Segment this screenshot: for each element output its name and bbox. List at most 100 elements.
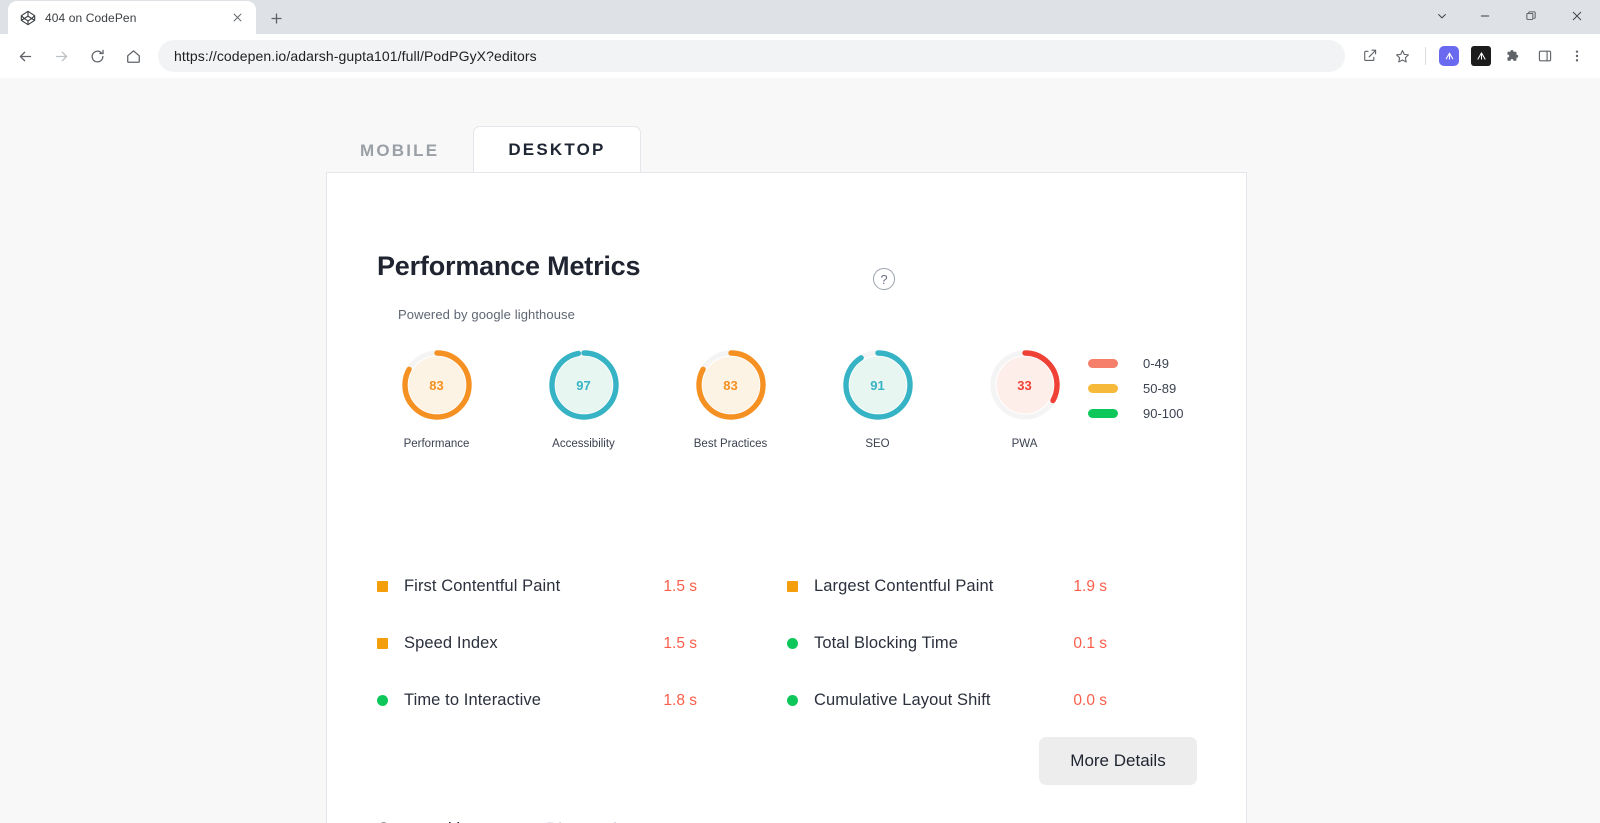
metric-value: 1.5 s xyxy=(663,634,697,652)
score-gauges: 83 Performance 97 Accessibility 83 Best Pract… xyxy=(363,347,1098,450)
metric-row: First Contentful Paint 1.5 s xyxy=(377,558,787,615)
gauge-best-practices: 83 Best Practices xyxy=(657,347,804,450)
browser-titlebar: 404 on CodePen xyxy=(0,0,1600,34)
close-icon[interactable] xyxy=(228,9,246,27)
gauge-ring: 33 xyxy=(987,347,1063,423)
metric-label: First Contentful Paint xyxy=(404,577,561,595)
share-icon[interactable] xyxy=(1355,41,1385,71)
result-tabs: Opportunities Diagnostics xyxy=(377,819,763,823)
gauge-label: Best Practices xyxy=(693,438,768,450)
close-icon[interactable] xyxy=(1554,0,1600,32)
metric-status-indicator xyxy=(377,695,388,706)
metric-row: Speed Index 1.5 s xyxy=(377,615,787,672)
gauge-accessibility: 97 Accessibility xyxy=(510,347,657,450)
browser-window: 404 on CodePen https://codepen.io/adarsh… xyxy=(0,0,1600,823)
gauge-value: 83 xyxy=(429,377,444,393)
browser-tab[interactable]: 404 on CodePen xyxy=(8,1,256,34)
metric-label: Total Blocking Time xyxy=(814,634,959,652)
gauge-value: 83 xyxy=(723,377,738,393)
window-controls xyxy=(1422,0,1600,32)
gauge-performance: 83 Performance xyxy=(363,347,510,450)
metric-label: Cumulative Layout Shift xyxy=(814,691,991,709)
metric-status-indicator xyxy=(787,581,798,592)
legend-label: 0-49 xyxy=(1143,356,1170,371)
metrics-grid: First Contentful Paint 1.5 s Largest Conte… xyxy=(327,558,1248,729)
gauge-pwa: 33 PWA xyxy=(951,347,1098,450)
gauge-value: 91 xyxy=(870,377,885,393)
page-title: Performance Metrics xyxy=(377,251,641,281)
legend-label: 50-89 xyxy=(1143,381,1177,396)
tab-opportunities-label: Opportunities xyxy=(377,819,478,823)
gauge-ring: 97 xyxy=(546,347,622,423)
score-legend: 0-49 50-89 90-100 xyxy=(1088,351,1183,426)
legend-item: 90-100 xyxy=(1088,401,1183,426)
legend-label: 90-100 xyxy=(1143,406,1184,421)
restore-icon[interactable] xyxy=(1508,0,1554,32)
metric-row: Total Blocking Time 0.1 s xyxy=(787,615,1197,672)
gauge-label: PWA xyxy=(1011,438,1038,450)
legend-swatch xyxy=(1088,359,1118,368)
chevron-down-icon[interactable] xyxy=(1422,0,1462,32)
tab-desktop[interactable]: DESKTOP xyxy=(473,126,641,172)
metric-value: 1.5 s xyxy=(663,577,697,595)
metric-value: 1.9 s xyxy=(1073,577,1107,595)
legend-swatch xyxy=(1088,384,1118,393)
new-tab-button[interactable] xyxy=(262,4,290,32)
tab-diagnostics-label: Diagnostics xyxy=(546,819,634,823)
performance-card: Performance Metrics Powered by google li… xyxy=(326,172,1247,823)
gauge-ring: 91 xyxy=(840,347,916,423)
tab-desktop-label: DESKTOP xyxy=(508,139,606,159)
help-circle-icon[interactable]: ? xyxy=(873,268,895,290)
metric-value: 1.8 s xyxy=(663,691,697,709)
metric-row: Cumulative Layout Shift 0.0 s xyxy=(787,672,1197,729)
home-icon[interactable] xyxy=(116,39,150,73)
puzzle-piece-icon[interactable] xyxy=(1498,41,1528,71)
extension-dark-icon[interactable] xyxy=(1466,41,1496,71)
card-header: Performance Metrics xyxy=(377,251,641,282)
reload-icon[interactable] xyxy=(80,39,114,73)
gauge-value: 97 xyxy=(576,377,591,393)
side-panel-icon[interactable] xyxy=(1530,41,1560,71)
minimize-icon[interactable] xyxy=(1462,0,1508,32)
arrow-left-icon[interactable] xyxy=(8,39,42,73)
card-subtitle: Powered by google lighthouse xyxy=(398,307,575,322)
tab-strip: 404 on CodePen xyxy=(0,0,290,34)
page-viewport: MOBILE DESKTOP Performance Metrics Power… xyxy=(0,78,1600,823)
metric-row: Largest Contentful Paint 1.9 s xyxy=(787,558,1197,615)
address-bar[interactable]: https://codepen.io/adarsh-gupta101/full/… xyxy=(158,40,1345,72)
gauge-ring: 83 xyxy=(693,347,769,423)
legend-item: 50-89 xyxy=(1088,376,1183,401)
codepen-icon xyxy=(20,10,36,26)
gauge-label: Accessibility xyxy=(552,438,615,450)
toolbar-actions xyxy=(1355,41,1592,71)
kebab-menu-icon[interactable] xyxy=(1562,41,1592,71)
metric-label: Time to Interactive xyxy=(404,691,542,709)
metric-row: Time to Interactive 1.8 s xyxy=(377,672,787,729)
metric-value: 0.0 s xyxy=(1073,691,1107,709)
metric-status-indicator xyxy=(787,695,798,706)
metric-status-indicator xyxy=(377,638,388,649)
metric-label: Speed Index xyxy=(404,634,498,652)
tab-opportunities[interactable]: Opportunities xyxy=(377,819,546,823)
metric-status-indicator xyxy=(377,581,388,592)
star-icon[interactable] xyxy=(1387,41,1417,71)
gauge-seo: 91 SEO xyxy=(804,347,951,450)
browser-tab-title: 404 on CodePen xyxy=(45,10,137,25)
extension-blue-icon[interactable] xyxy=(1434,41,1464,71)
browser-toolbar: https://codepen.io/adarsh-gupta101/full/… xyxy=(0,34,1600,78)
gauge-ring: 83 xyxy=(399,347,475,423)
tab-mobile[interactable]: MOBILE xyxy=(326,130,473,172)
gauge-value: 33 xyxy=(1017,377,1032,393)
gauge-label: Performance xyxy=(403,438,470,450)
tab-diagnostics[interactable]: Diagnostics xyxy=(546,819,715,823)
gauge-label: SEO xyxy=(865,438,890,450)
tab-mobile-label: MOBILE xyxy=(360,141,440,160)
metric-value: 0.1 s xyxy=(1073,634,1107,652)
arrow-right-icon[interactable] xyxy=(44,39,78,73)
toolbar-divider xyxy=(1425,47,1426,65)
device-tabs: MOBILE DESKTOP xyxy=(326,126,641,172)
more-details-button[interactable]: More Details xyxy=(1039,737,1197,785)
metric-label: Largest Contentful Paint xyxy=(814,577,994,595)
legend-item: 0-49 xyxy=(1088,351,1183,376)
legend-swatch xyxy=(1088,409,1118,418)
